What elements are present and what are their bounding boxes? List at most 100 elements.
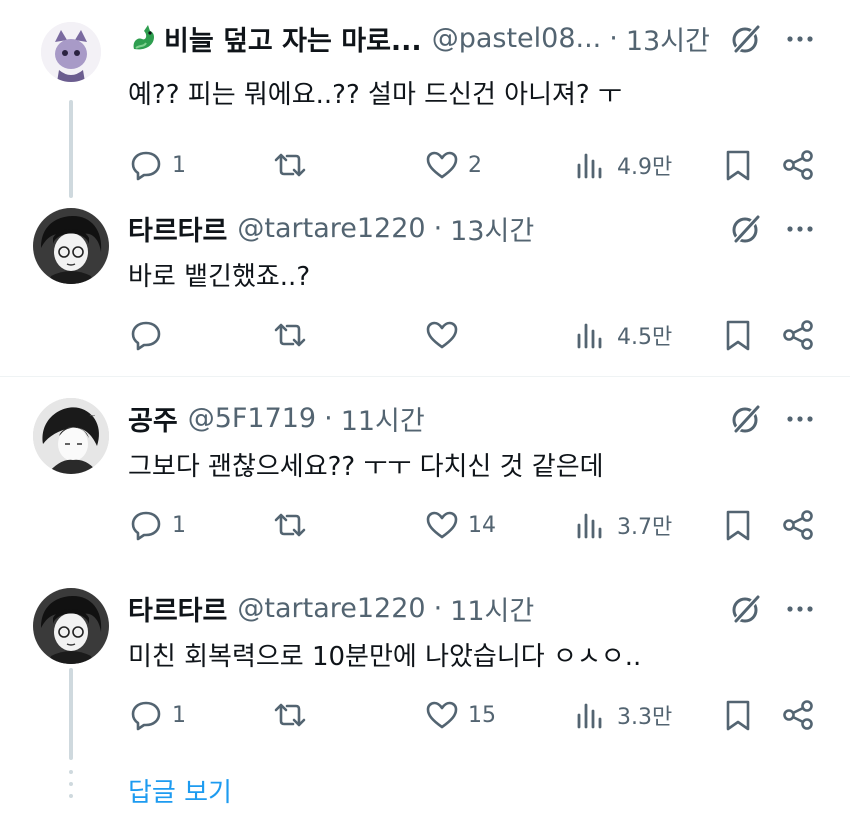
like-button[interactable]: 14 [424, 502, 496, 548]
view-count: 4.5만 [617, 325, 673, 350]
thread-dots [69, 770, 73, 810]
bookmark-button[interactable] [720, 142, 756, 188]
views-icon [577, 513, 602, 539]
tweet-text: 그보다 괜찮으세요?? ㅜㅜ 다치신 것 같은데 [128, 452, 604, 482]
retweet-icon [274, 703, 306, 727]
action-bar: 1 2 4.9만 [128, 142, 818, 188]
retweet-button[interactable] [272, 142, 316, 188]
share-icon [783, 150, 813, 180]
view-count: 3.7만 [617, 515, 673, 540]
retweet-button[interactable] [272, 312, 316, 358]
tweet[interactable]: 타르타르 @tartare1220 · 11시간 미친 회복력으로 10분만에 … [0, 588, 850, 748]
reply-count: 1 [172, 702, 186, 728]
like-button[interactable] [424, 312, 468, 358]
tweet-text: 바로 뱉긴했죠..? [128, 262, 311, 292]
like-button[interactable]: 15 [424, 692, 496, 738]
bookmark-icon [726, 700, 750, 731]
timestamp[interactable]: 11시간 [341, 399, 425, 438]
retweet-button[interactable] [272, 502, 316, 548]
tweet-text: 미친 회복력으로 10분만에 나았습니다 ㅇㅅㅇ.. [128, 642, 642, 672]
views-icon [577, 703, 602, 729]
share-button[interactable] [780, 142, 816, 188]
grok-icon[interactable] [729, 22, 763, 56]
display-name[interactable]: 공주 [128, 399, 178, 438]
separator: · [433, 592, 443, 624]
action-bar: 4.5만 [128, 312, 818, 358]
retweet-icon [274, 513, 306, 537]
retweet-button[interactable] [272, 692, 316, 738]
avatar[interactable] [41, 22, 101, 82]
view-count: 4.9만 [617, 155, 673, 180]
views-icon [577, 153, 602, 179]
show-replies-link[interactable]: 답글 보기 [128, 772, 232, 809]
reply-icon [131, 151, 161, 181]
more-icon[interactable] [783, 22, 817, 56]
views-button[interactable]: 4.9만 [573, 142, 672, 188]
timestamp[interactable]: 13시간 [450, 209, 534, 248]
more-icon[interactable] [783, 212, 817, 246]
reply-icon [131, 511, 161, 541]
handle[interactable]: @pastel08... [432, 23, 602, 54]
heart-icon [426, 151, 458, 179]
display-name[interactable]: 비늘 덮고 자는 마로... [164, 19, 422, 58]
views-icon [577, 323, 602, 349]
heart-icon [426, 511, 458, 539]
share-icon [783, 320, 813, 350]
tweet-header: 타르타르 @tartare1220 · 13시간 [128, 208, 534, 248]
like-button[interactable]: 2 [424, 142, 482, 188]
views-button[interactable]: 3.3만 [573, 692, 672, 738]
share-icon [783, 700, 813, 730]
more-icon[interactable] [783, 402, 817, 436]
views-button[interactable]: 3.7만 [573, 502, 672, 548]
tweet-header: 비늘 덮고 자는 마로... @pastel08... · 13시간 [128, 18, 710, 58]
bookmark-button[interactable] [720, 502, 756, 548]
handle[interactable]: @tartare1220 [237, 213, 425, 244]
display-name[interactable]: 타르타르 [128, 209, 227, 248]
bookmark-icon [726, 150, 750, 181]
views-button[interactable]: 4.5만 [573, 312, 672, 358]
separator: · [433, 212, 443, 244]
avatar[interactable] [33, 588, 109, 664]
tweet-text: 예?? 피는 뭐에요..?? 설마 드신건 아니져? ㅜ [128, 80, 622, 110]
avatar-image [33, 208, 109, 284]
heart-icon [426, 701, 458, 729]
timestamp[interactable]: 13시간 [626, 19, 710, 58]
heart-icon [426, 321, 458, 349]
grok-icon[interactable] [729, 402, 763, 436]
grok-icon[interactable] [729, 212, 763, 246]
like-count: 14 [468, 512, 496, 538]
avatar[interactable] [33, 208, 109, 284]
more-icon[interactable] [783, 592, 817, 626]
display-name[interactable]: 타르타르 [128, 589, 227, 628]
action-bar: 1 14 3.7만 [128, 502, 818, 548]
like-count: 15 [468, 702, 496, 728]
tweet[interactable]: 타르타르 @tartare1220 · 13시간 바로 뱉긴했죠..? 4.5만 [0, 208, 850, 368]
reply-count: 1 [172, 152, 186, 178]
reply-button[interactable]: 1 [128, 142, 186, 188]
bookmark-button[interactable] [720, 692, 756, 738]
view-count: 3.3만 [617, 705, 673, 730]
reply-button[interactable] [128, 312, 172, 358]
tweet[interactable]: 비늘 덮고 자는 마로... @pastel08... · 13시간 예?? 피… [0, 18, 850, 188]
dragon-icon [133, 25, 154, 50]
share-button[interactable] [780, 502, 816, 548]
handle[interactable]: @5F1719 [188, 403, 316, 434]
bookmark-button[interactable] [720, 312, 756, 358]
reply-icon [131, 321, 161, 351]
handle[interactable]: @tartare1220 [237, 593, 425, 624]
bookmark-icon [726, 320, 750, 351]
grok-icon[interactable] [729, 592, 763, 626]
reply-button[interactable]: 1 [128, 502, 186, 548]
timestamp[interactable]: 11시간 [450, 589, 534, 628]
reply-button[interactable]: 1 [128, 692, 186, 738]
reply-icon [131, 701, 161, 731]
tweet-header: 타르타르 @tartare1220 · 11시간 [128, 588, 534, 628]
tweet[interactable]: ~ 공주 @5F1719 · 11시간 그보다 괜찮으세요?? ㅜㅜ 다치신 것… [0, 398, 850, 558]
separator: · [609, 22, 618, 54]
conversation-divider [0, 376, 850, 377]
share-button[interactable] [780, 692, 816, 738]
share-button[interactable] [780, 312, 816, 358]
svg-text:~: ~ [89, 411, 96, 420]
avatar-image [33, 588, 109, 664]
avatar[interactable]: ~ [33, 398, 109, 474]
